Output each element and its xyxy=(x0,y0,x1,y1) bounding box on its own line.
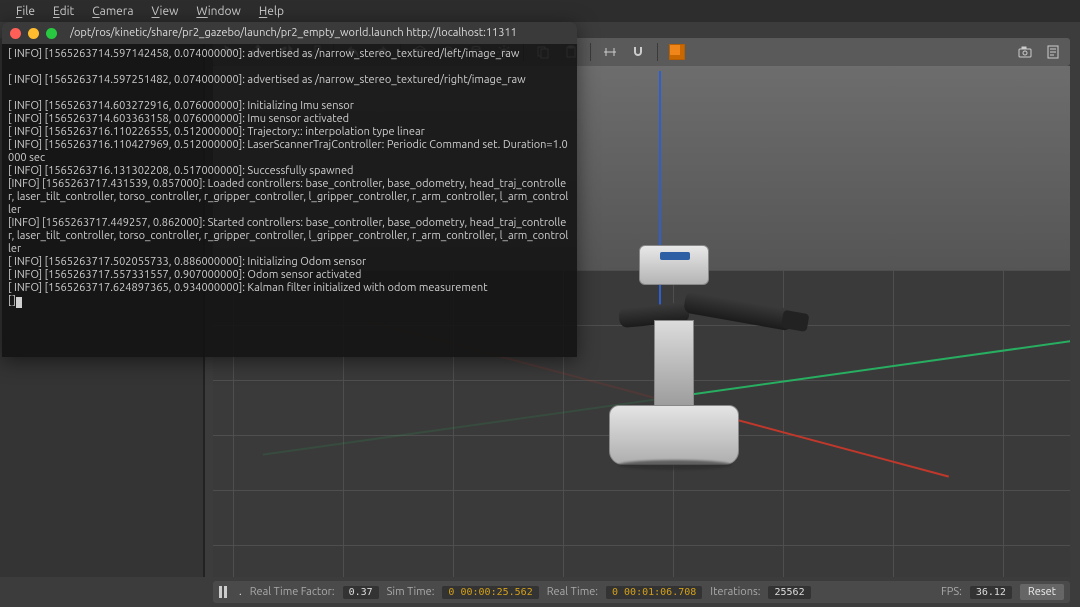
terminal-output[interactable]: [ INFO] [1565263714.597142458, 0.0740000… xyxy=(2,44,577,312)
robot-torso xyxy=(654,320,694,410)
terminal-title: /opt/ros/kinetic/share/pr2_gazebo/launch… xyxy=(70,27,517,39)
simtime-label: Sim Time: xyxy=(387,586,435,598)
robot-head xyxy=(639,245,709,285)
iterations-value: 25562 xyxy=(768,586,810,599)
step-indicator: . xyxy=(239,586,242,598)
shade-icon[interactable] xyxy=(666,41,688,63)
fps-value: 36.12 xyxy=(970,586,1012,599)
screenshot-icon[interactable] xyxy=(1014,41,1036,63)
terminal-window[interactable]: /opt/ros/kinetic/share/pr2_gazebo/launch… xyxy=(2,22,577,357)
reset-button[interactable]: Reset xyxy=(1020,584,1064,600)
pause-button[interactable] xyxy=(219,586,227,598)
robot-base xyxy=(609,405,739,465)
menu-window[interactable]: Window xyxy=(188,3,248,20)
menu-view[interactable]: View xyxy=(144,3,187,20)
rtf-value: 0.37 xyxy=(343,586,379,599)
window-close-icon[interactable] xyxy=(10,28,21,39)
align-icon[interactable] xyxy=(599,41,621,63)
window-minimize-icon[interactable] xyxy=(28,28,39,39)
menu-camera[interactable]: Camera xyxy=(84,3,141,20)
menu-help[interactable]: Help xyxy=(251,3,292,20)
menu-edit[interactable]: Edit xyxy=(45,3,82,20)
simtime-value: 0 00:00:25.562 xyxy=(442,586,538,599)
snap-icon[interactable] xyxy=(627,41,649,63)
terminal-titlebar[interactable]: /opt/ros/kinetic/share/pr2_gazebo/launch… xyxy=(2,22,577,44)
window-maximize-icon[interactable] xyxy=(46,28,57,39)
menu-file[interactable]: File xyxy=(8,3,43,20)
pr2-robot-model[interactable] xyxy=(599,245,779,465)
fps-label: FPS: xyxy=(941,586,962,598)
system-menubar: File Edit Camera View Window Help xyxy=(0,0,1080,22)
realtime-value: 0 00:01:06.708 xyxy=(606,586,702,599)
gazebo-status-bar: . Real Time Factor: 0.37 Sim Time: 0 00:… xyxy=(213,581,1070,603)
robot-right-arm xyxy=(683,290,795,331)
rtf-label: Real Time Factor: xyxy=(250,586,335,598)
realtime-label: Real Time: xyxy=(547,586,598,598)
log-icon[interactable] xyxy=(1042,41,1064,63)
iterations-label: Iterations: xyxy=(710,586,760,598)
